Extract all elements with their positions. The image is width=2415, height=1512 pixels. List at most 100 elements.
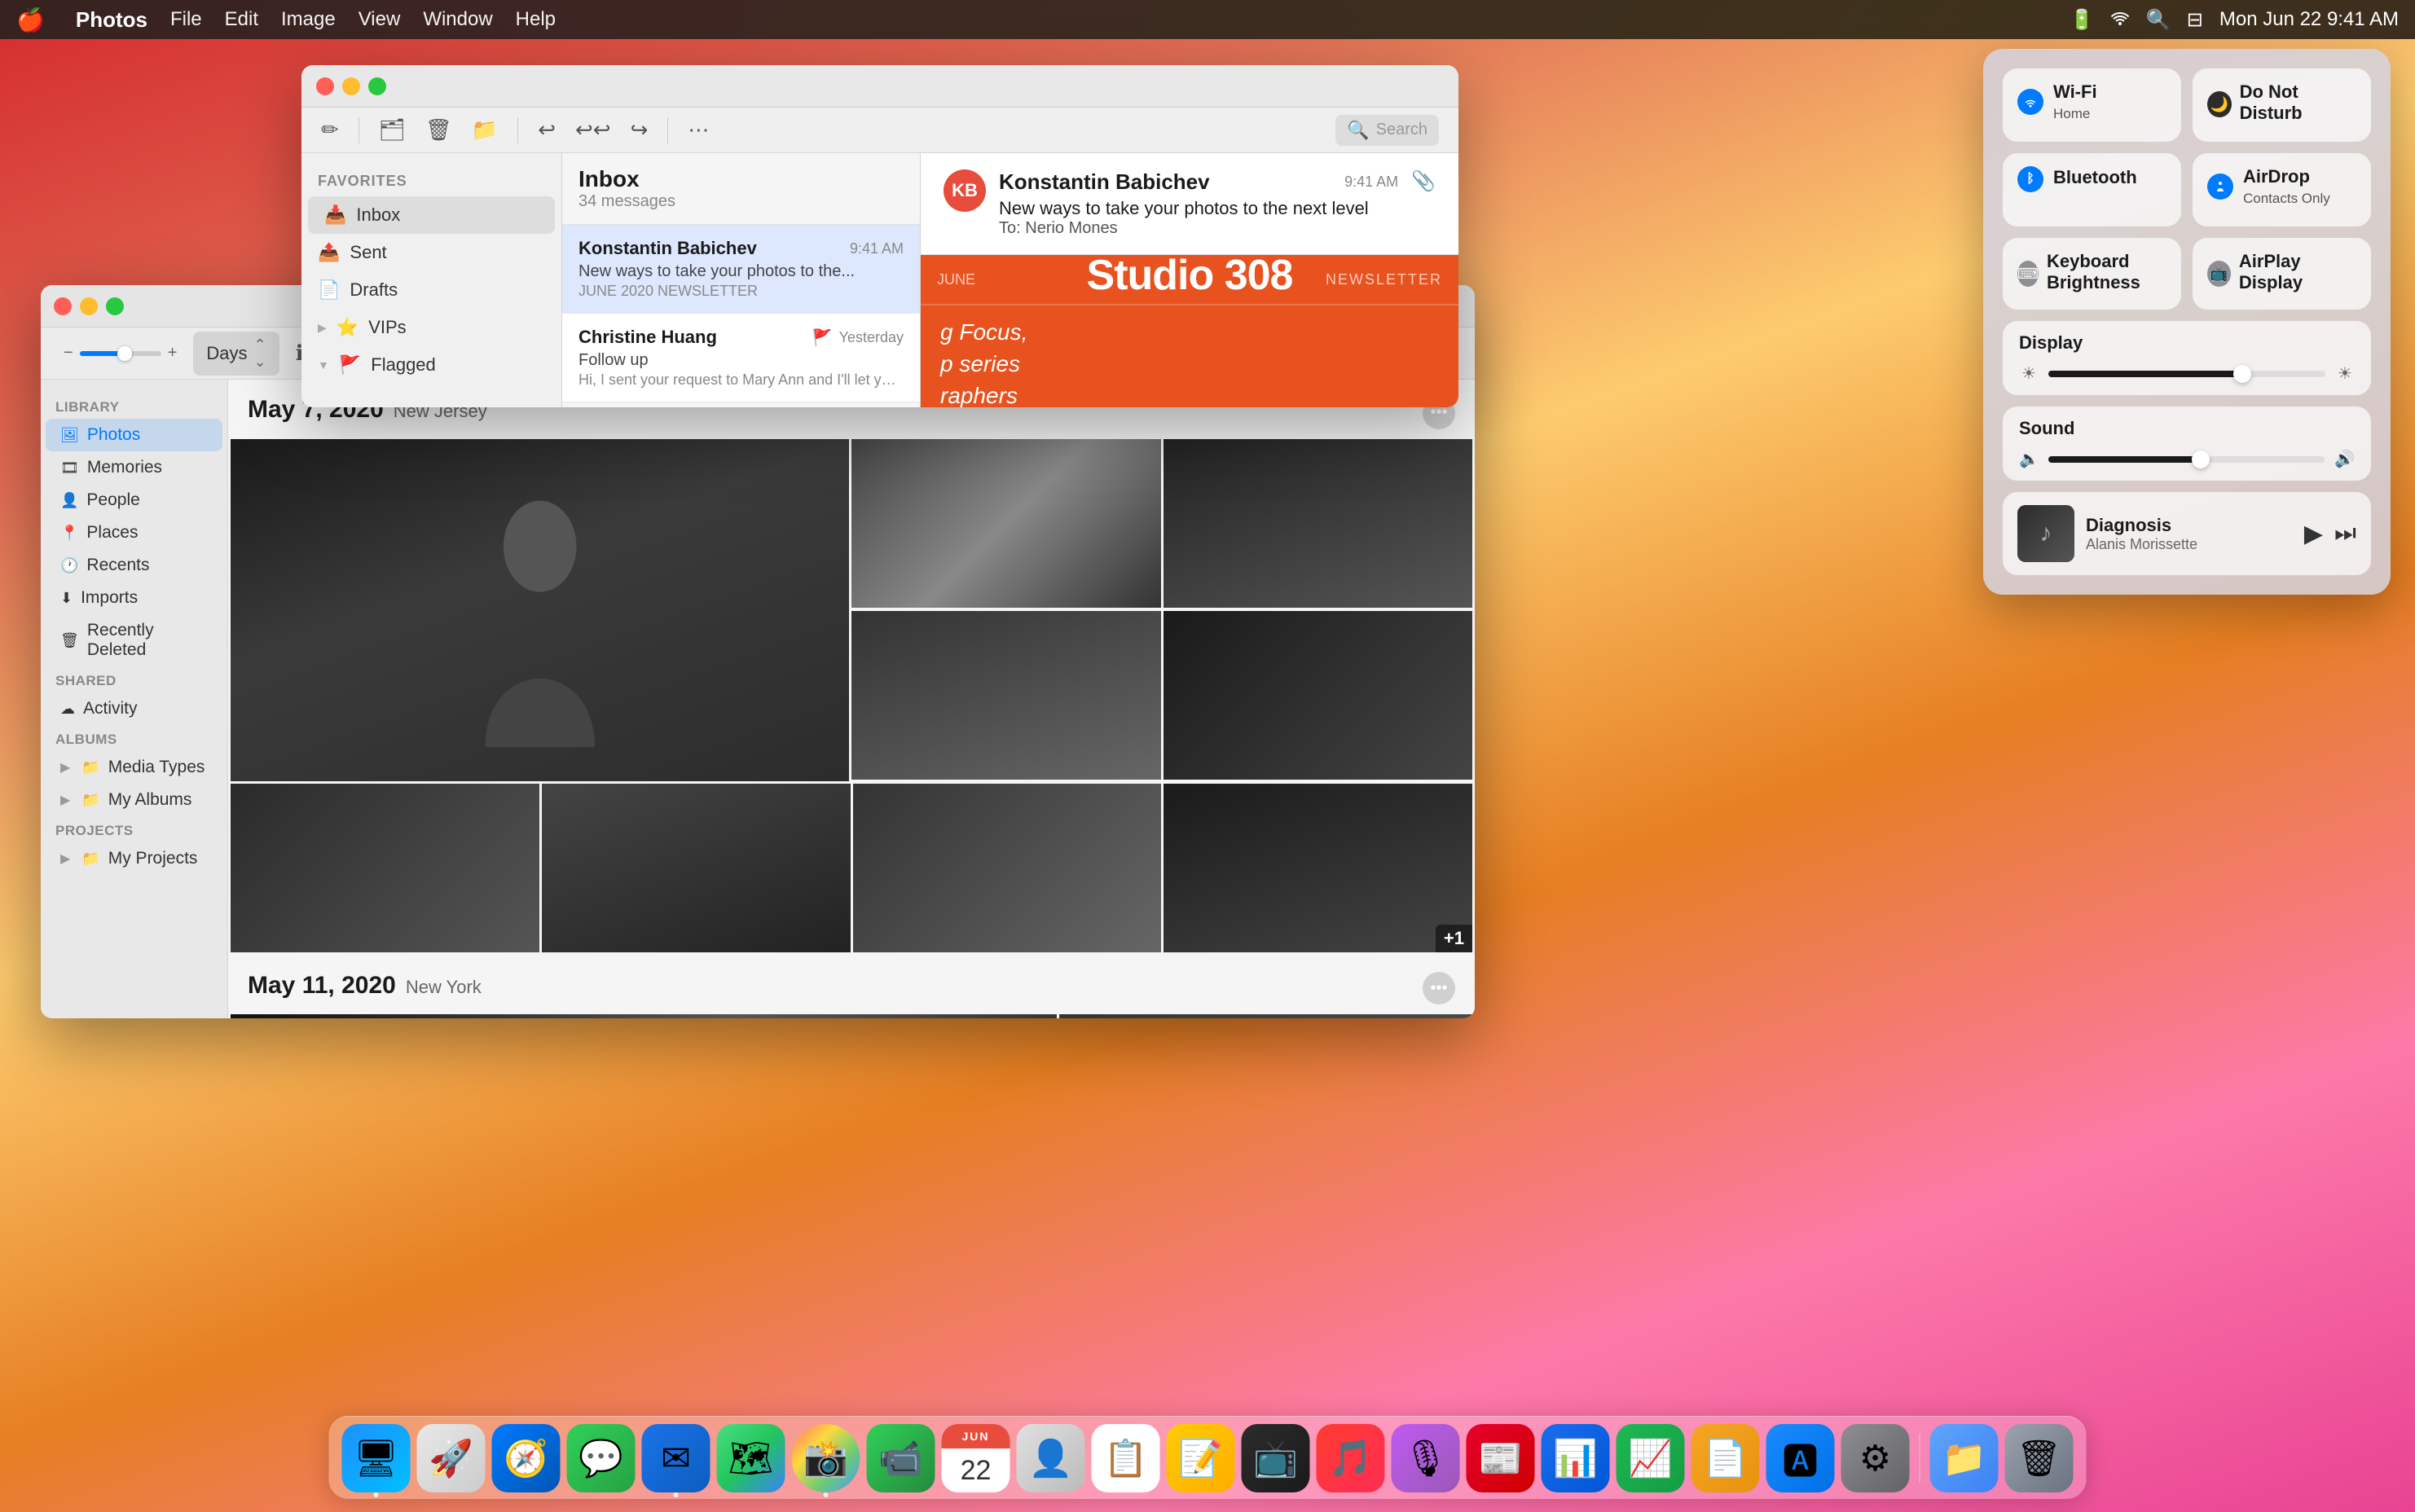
dock-numbers[interactable]: 📈 [1617, 1424, 1685, 1492]
sidebar-places[interactable]: 📍 Places [46, 516, 222, 549]
bluetooth-tile[interactable]: ᛒ Bluetooth [2003, 153, 2181, 226]
apple-menu[interactable]: 🍎 [16, 7, 45, 33]
photo-bike-rider[interactable]: +1 [1164, 784, 1472, 952]
zoom-in-button[interactable]: + [168, 344, 178, 363]
sound-section: Sound 🔈 🔊 [2003, 407, 2371, 481]
forward-icon[interactable]: ↪ [631, 117, 649, 143]
airplay-tile[interactable]: 📺 AirPlay Display [2193, 238, 2371, 310]
zoom-knob[interactable] [117, 346, 132, 361]
menu-file[interactable]: File [170, 8, 202, 31]
app-name[interactable]: Photos [76, 7, 147, 33]
airdrop-tile[interactable]: AirDrop Contacts Only [2193, 153, 2371, 226]
keyboard-brightness-tile[interactable]: ⌨ Keyboard Brightness [2003, 238, 2181, 310]
menu-view[interactable]: View [359, 8, 401, 31]
photo-grid-3 [228, 1014, 1475, 1018]
sidebar-photos[interactable]: 🖼 Photos [46, 419, 222, 451]
menu-help[interactable]: Help [516, 8, 556, 31]
sidebar-my-projects[interactable]: ▶ 📁 My Projects [46, 842, 222, 875]
more-icon[interactable]: ⋯ [688, 117, 709, 143]
play-button[interactable]: ▶ [2304, 520, 2323, 548]
dock-keynote[interactable]: 📊 [1542, 1424, 1610, 1492]
photos-close-button[interactable] [54, 297, 72, 315]
notification-icon[interactable]: ⊟ [2187, 8, 2203, 32]
close-button[interactable] [316, 77, 334, 95]
photo-portrait[interactable] [231, 439, 849, 781]
sidebar-drafts[interactable]: 📄 Drafts [301, 271, 561, 309]
photo-shadow[interactable] [231, 1014, 1057, 1018]
photo-bikes[interactable] [851, 611, 1161, 780]
dock-contacts[interactable]: 👤 [1017, 1424, 1085, 1492]
zoom-out-button[interactable]: − [64, 344, 73, 363]
photos-maximize-button[interactable] [106, 297, 124, 315]
finder-dot [374, 1492, 379, 1497]
zoom-track[interactable] [80, 351, 161, 356]
dock-news[interactable]: 📰 [1467, 1424, 1535, 1492]
dock-podcasts[interactable]: 🎙 [1392, 1424, 1460, 1492]
sidebar-vips[interactable]: ▶ ⭐ VIPs [301, 309, 561, 346]
menu-edit[interactable]: Edit [225, 8, 258, 31]
delete-icon[interactable]: 🗑 [425, 117, 452, 143]
dnd-tile[interactable]: 🌙 Do Not Disturb [2193, 68, 2371, 142]
dock-mail[interactable]: ✉ [642, 1424, 710, 1492]
brightness-slider[interactable] [2048, 371, 2325, 377]
reply-all-icon[interactable]: ↩↩ [575, 117, 611, 143]
dock-photos-app[interactable]: 📸 [792, 1424, 860, 1492]
next-button[interactable]: ⏭ [2334, 520, 2356, 547]
sidebar-people[interactable]: 👤 People [46, 484, 222, 516]
dock-files[interactable]: 📁 [1930, 1424, 1999, 1492]
brightness-thumb[interactable] [2233, 365, 2251, 383]
archive-icon[interactable]: 🗂 [379, 117, 406, 143]
sidebar-sent[interactable]: 📤 Sent [301, 234, 561, 271]
wifi-tile[interactable]: Wi-Fi Home [2003, 68, 2181, 142]
dock-finder[interactable]: 🖥 [342, 1424, 411, 1492]
mail-search[interactable]: 🔍 Search [1335, 115, 1439, 146]
sidebar-activity[interactable]: ☁ Activity [46, 692, 222, 725]
photo-last[interactable] [1059, 1014, 1472, 1018]
volume-slider[interactable] [2048, 456, 2325, 463]
dock-appstore[interactable]: 🅰 [1766, 1424, 1835, 1492]
photo-people[interactable] [853, 784, 1162, 952]
reply-icon[interactable]: ↩ [538, 117, 556, 143]
view-selector[interactable]: Days ⌃⌄ [193, 332, 279, 376]
photo-skate[interactable] [231, 784, 539, 952]
group-more-button-may11[interactable]: ••• [1423, 972, 1455, 1004]
photo-building[interactable] [542, 784, 851, 952]
menu-window[interactable]: Window [423, 8, 492, 31]
photo-silhouette[interactable] [1164, 439, 1473, 608]
dock-launchpad[interactable]: 🚀 [417, 1424, 486, 1492]
compose-icon[interactable]: ✏ [321, 117, 339, 143]
sidebar-recents[interactable]: 🕐 Recents [46, 549, 222, 582]
maximize-button[interactable] [368, 77, 386, 95]
sidebar-my-albums[interactable]: ▶ 📁 My Albums [46, 784, 222, 816]
dock-appletv[interactable]: 📺 [1242, 1424, 1310, 1492]
mail-item-1[interactable]: Konstantin Babichev 9:41 AM New ways to … [562, 225, 920, 314]
photo-silhouette2[interactable] [1164, 611, 1473, 780]
dock-systemprefs[interactable]: ⚙ [1841, 1424, 1910, 1492]
sidebar-memories[interactable]: 🎞 Memories [46, 451, 222, 484]
volume-thumb[interactable] [2192, 451, 2210, 468]
photos-minimize-button[interactable] [80, 297, 98, 315]
media-types-label: Media Types [108, 758, 205, 777]
dock-notes[interactable]: 📝 [1167, 1424, 1235, 1492]
sidebar-flagged[interactable]: ▼ 🚩 Flagged [301, 346, 561, 384]
dock-music[interactable]: 🎵 [1317, 1424, 1385, 1492]
dock-pages[interactable]: 📄 [1691, 1424, 1760, 1492]
move-icon[interactable]: 📁 [472, 117, 498, 143]
sidebar-imports[interactable]: ⬇ Imports [46, 582, 222, 614]
minimize-button[interactable] [342, 77, 360, 95]
menu-image[interactable]: Image [281, 8, 336, 31]
dock-facetime[interactable]: 📹 [867, 1424, 935, 1492]
dock-safari[interactable]: 🧭 [492, 1424, 561, 1492]
dock-trash[interactable]: 🗑 [2005, 1424, 2074, 1492]
photo-arch[interactable] [851, 439, 1161, 608]
dock-maps[interactable]: 🗺 [717, 1424, 785, 1492]
dock-calendar[interactable]: JUN 22 [942, 1424, 1010, 1492]
dock-messages[interactable]: 💬 [567, 1424, 636, 1492]
mail-item-2[interactable]: Christine Huang 🚩 Yesterday Follow up Hi… [562, 314, 920, 402]
sidebar-media-types[interactable]: ▶ 📁 Media Types [46, 751, 222, 784]
sidebar-inbox[interactable]: 📥 Inbox [308, 196, 555, 234]
search-menubar-icon[interactable]: 🔍 [2146, 8, 2171, 32]
photos-main: Library 🖼 Photos 🎞 Memories 👤 People 📍 P… [41, 380, 1475, 1018]
dock-reminders[interactable]: 📋 [1092, 1424, 1160, 1492]
sidebar-recently-deleted[interactable]: 🗑 Recently Deleted [46, 614, 222, 666]
